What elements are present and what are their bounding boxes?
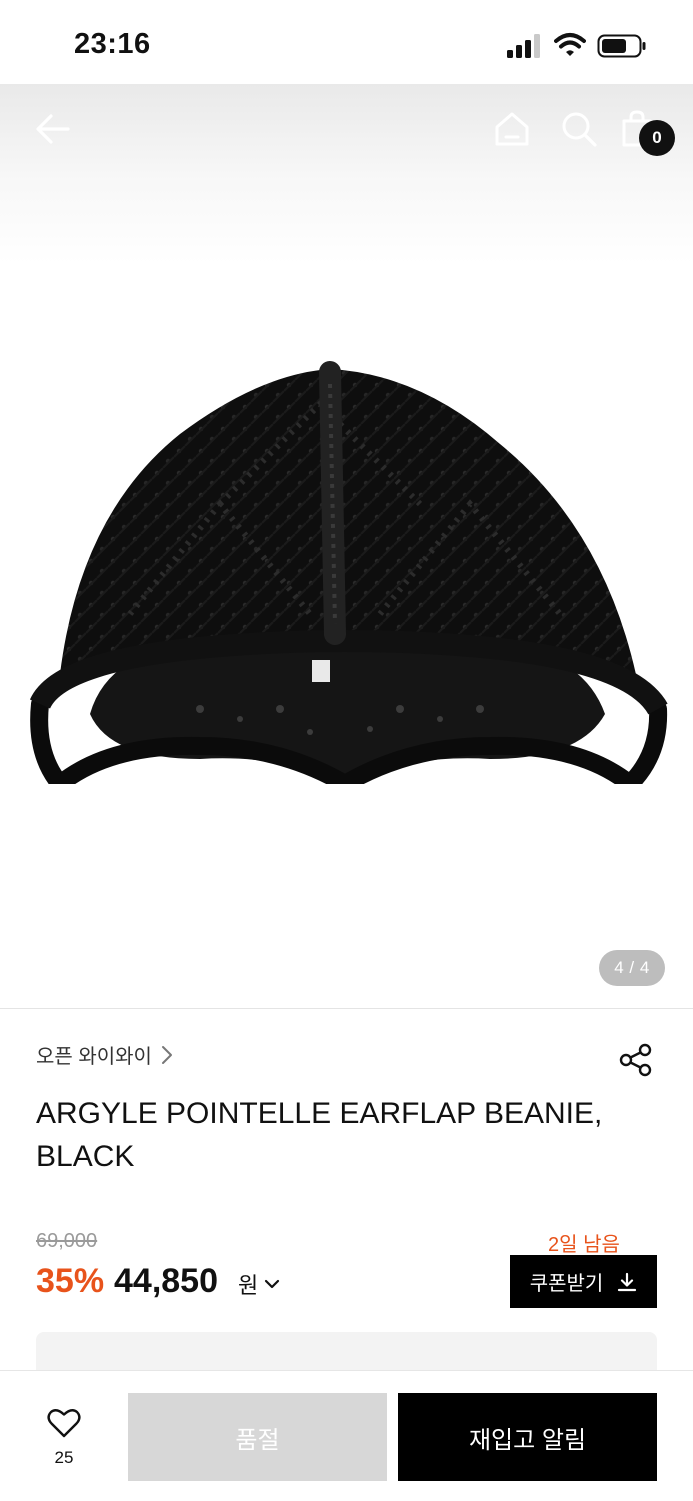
heart-icon	[47, 1409, 81, 1438]
currency-label: 원	[238, 1273, 259, 1298]
home-icon[interactable]	[493, 110, 531, 148]
wifi-icon	[554, 33, 586, 56]
sale-price: 44,850	[114, 1262, 218, 1300]
share-icon[interactable]	[618, 1042, 654, 1078]
download-coupon-button[interactable]: 쿠폰받기	[510, 1255, 657, 1308]
gallery-page-indicator: 4 / 4	[599, 950, 665, 986]
status-bar: 23:16	[0, 0, 693, 84]
like-button[interactable]: 25	[38, 1408, 90, 1472]
soldout-button: 품절	[128, 1393, 387, 1481]
chevron-down-icon	[265, 1279, 280, 1289]
download-icon	[618, 1272, 637, 1291]
product-image-gallery[interactable]	[0, 84, 693, 1008]
restock-alert-button[interactable]: 재입고 알림	[398, 1393, 657, 1481]
chevron-right-icon	[161, 1045, 172, 1064]
back-arrow-icon[interactable]	[34, 110, 72, 148]
discount-rate: 35%	[36, 1262, 105, 1300]
section-divider	[0, 1008, 693, 1009]
product-title: ARGYLE POINTELLE EARFLAP BEANIE, BLACK	[36, 1097, 603, 1173]
price-details-toggle[interactable]: 원	[238, 1268, 280, 1300]
coupon-days-left: 2일 남음	[548, 1234, 620, 1256]
coupon-button-label: 쿠폰받기	[529, 1273, 604, 1295]
like-count: 25	[54, 1448, 74, 1467]
product-photo-beanie	[29, 361, 668, 784]
cellular-signal-icon	[507, 34, 540, 58]
cart-count-badge[interactable]: 0	[639, 120, 675, 156]
brand-name: 오픈 와이와이	[36, 1046, 152, 1068]
original-price: 69,000	[36, 1230, 98, 1252]
brand-link[interactable]: 오픈 와이와이	[36, 1040, 174, 1069]
battery-icon	[597, 34, 646, 58]
search-icon[interactable]	[560, 110, 598, 148]
status-time: 23:16	[74, 28, 151, 60]
